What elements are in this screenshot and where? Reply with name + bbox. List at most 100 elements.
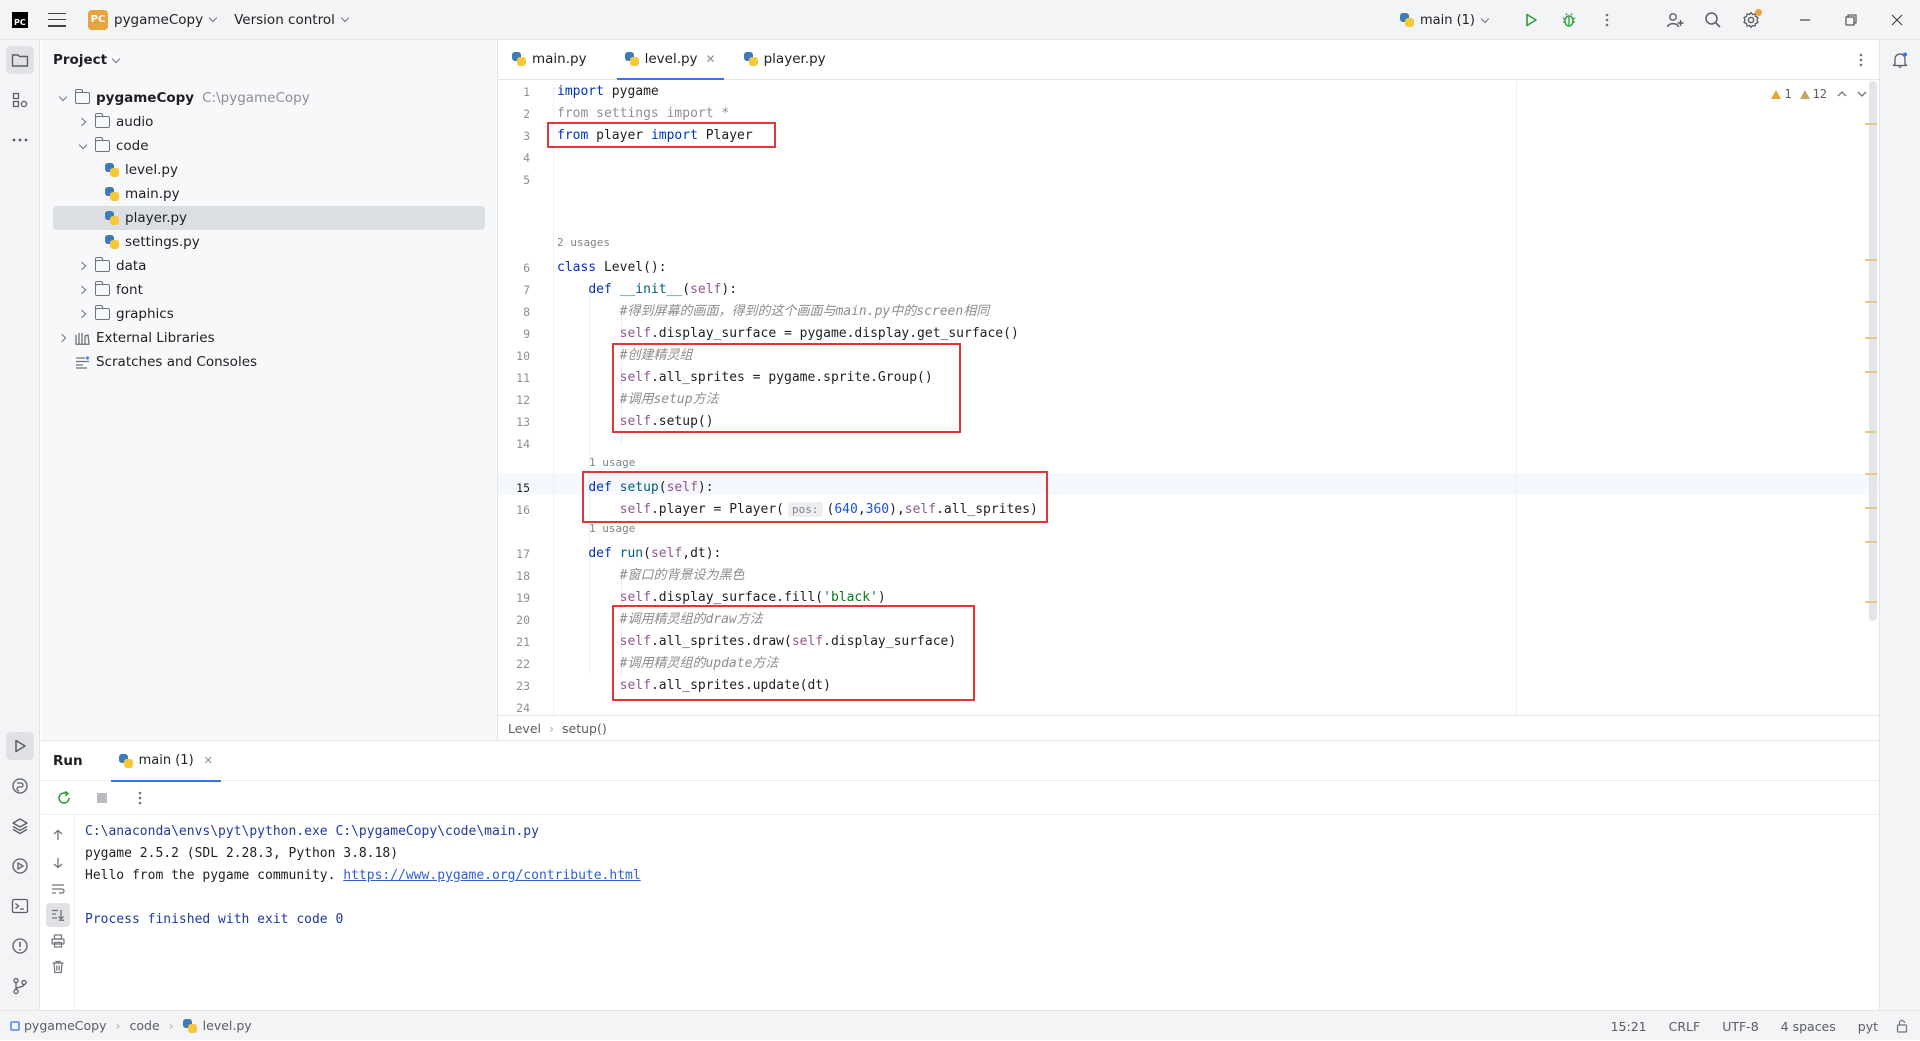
- rerun-button[interactable]: [50, 784, 78, 812]
- breadcrumb-item-class[interactable]: Level: [508, 721, 541, 736]
- collapse-arrow-icon[interactable]: [77, 284, 89, 296]
- error-stripe-mark[interactable]: [1865, 601, 1877, 603]
- close-tab-icon[interactable]: ✕: [204, 754, 213, 767]
- run-more-button[interactable]: [126, 784, 154, 812]
- version-control-menu[interactable]: Version control: [234, 12, 350, 28]
- line-number[interactable]: 12: [498, 389, 530, 411]
- line-number[interactable]: 19: [498, 587, 530, 609]
- search-everywhere-button[interactable]: [1699, 6, 1727, 34]
- console-output[interactable]: C:\anaconda\envs\pyt\python.exe C:\pygam…: [85, 821, 641, 931]
- nav-item-folder[interactable]: code: [130, 1018, 160, 1033]
- caret-position[interactable]: 15:21: [1611, 1019, 1647, 1034]
- editor-scrollbar[interactable]: [1869, 81, 1877, 621]
- code-editor[interactable]: 1 2 3 4 5 6 7 8 9 10 11 12 13 14 15 16 17 18 19 20 21 22 23 24 …: [498, 81, 1879, 715]
- error-stripe-mark[interactable]: [1865, 507, 1877, 509]
- tree-item-settings-py[interactable]: settings.py: [53, 230, 485, 254]
- code-with-me-button[interactable]: [1661, 6, 1689, 34]
- nav-item-file[interactable]: level.py: [203, 1018, 252, 1033]
- lock-icon[interactable]: [1896, 1019, 1908, 1033]
- line-number[interactable]: 11: [498, 367, 530, 389]
- error-stripe-mark[interactable]: [1865, 123, 1877, 125]
- tree-item-external-libraries[interactable]: External Libraries: [53, 326, 485, 350]
- console-link[interactable]: https://www.pygame.org/contribute.html: [343, 868, 640, 883]
- tree-item-code[interactable]: code: [53, 134, 485, 158]
- tree-item-data[interactable]: data: [53, 254, 485, 278]
- scroll-up-button[interactable]: [46, 823, 70, 847]
- error-stripe-mark[interactable]: [1865, 473, 1877, 475]
- line-number[interactable]: 14: [498, 433, 530, 455]
- run-configuration-selector[interactable]: main (1): [1399, 13, 1490, 28]
- services-tool-button[interactable]: [6, 852, 34, 880]
- line-number[interactable]: 9: [498, 323, 530, 345]
- line-number[interactable]: 17: [498, 543, 530, 565]
- layers-tool-button[interactable]: [6, 812, 34, 840]
- line-number[interactable]: 7: [498, 279, 530, 301]
- line-number[interactable]: 3: [498, 125, 530, 147]
- usage-hint[interactable]: 1 usage: [589, 455, 635, 471]
- error-stripe-mark[interactable]: [1865, 371, 1877, 373]
- line-number[interactable]: 1: [498, 81, 530, 103]
- tab-main-py[interactable]: main.py: [498, 39, 601, 79]
- line-number[interactable]: 21: [498, 631, 530, 653]
- git-tool-button[interactable]: [6, 972, 34, 1000]
- print-button[interactable]: [46, 929, 70, 953]
- chevron-up-icon[interactable]: [1837, 90, 1847, 98]
- breadcrumb-item-method[interactable]: setup(): [562, 721, 607, 736]
- run-button[interactable]: [1517, 6, 1545, 34]
- project-tool-button[interactable]: [6, 46, 34, 74]
- restore-window-button[interactable]: [1828, 0, 1874, 40]
- more-tool-windows-button[interactable]: [6, 126, 34, 154]
- tree-item-graphics[interactable]: graphics: [53, 302, 485, 326]
- error-stripe-mark[interactable]: [1865, 337, 1877, 339]
- line-number[interactable]: 18: [498, 565, 530, 587]
- error-stripe-mark[interactable]: [1865, 259, 1877, 261]
- collapse-arrow-icon[interactable]: [77, 116, 89, 128]
- line-number[interactable]: 23: [498, 675, 530, 697]
- tab-player-py[interactable]: player.py: [730, 39, 840, 79]
- inspection-widget[interactable]: 1 12: [1771, 87, 1867, 101]
- debug-button[interactable]: [1555, 6, 1583, 34]
- expand-arrow-icon[interactable]: [57, 92, 69, 104]
- clear-all-button[interactable]: [46, 955, 70, 979]
- tree-item-player-py[interactable]: player.py: [53, 206, 485, 230]
- tree-item-pygamecopy[interactable]: pygameCopy C:\pygameCopy: [53, 86, 485, 110]
- line-number[interactable]: 6: [498, 257, 530, 279]
- structure-tool-button[interactable]: [6, 86, 34, 114]
- problems-tool-button[interactable]: [6, 932, 34, 960]
- tree-item-scratches[interactable]: Scratches and Consoles: [53, 350, 485, 374]
- usage-hint[interactable]: 2 usages: [557, 235, 610, 251]
- tree-item-font[interactable]: font: [53, 278, 485, 302]
- tab-options-button[interactable]: [1859, 53, 1863, 71]
- python-interpreter[interactable]: pyt: [1858, 1019, 1878, 1034]
- terminal-tool-button[interactable]: [6, 892, 34, 920]
- more-actions-button[interactable]: [1593, 6, 1621, 34]
- line-number[interactable]: 8: [498, 301, 530, 323]
- line-number[interactable]: 16: [498, 499, 530, 521]
- project-view-selector[interactable]: Project: [41, 40, 497, 80]
- run-tool-button[interactable]: [6, 732, 34, 760]
- project-switcher[interactable]: PC pygameCopy: [88, 9, 218, 30]
- chevron-down-icon[interactable]: [1857, 90, 1867, 98]
- python-packages-tool-button[interactable]: [6, 772, 34, 800]
- error-stripe-mark[interactable]: [1865, 301, 1877, 303]
- line-number-gutter[interactable]: 1 2 3 4 5 6 7 8 9 10 11 12 13 14 15 16 17 18 19 20 21 22 23 24: [498, 81, 554, 715]
- soft-wrap-button[interactable]: [46, 877, 70, 901]
- nav-item-project[interactable]: pygameCopy: [24, 1018, 107, 1033]
- line-number[interactable]: 5: [498, 169, 530, 191]
- settings-button[interactable]: [1737, 6, 1765, 34]
- run-tab-main[interactable]: main (1) ✕: [110, 741, 222, 782]
- close-tab-icon[interactable]: ✕: [706, 52, 716, 66]
- line-separator[interactable]: CRLF: [1669, 1019, 1701, 1034]
- line-number[interactable]: 15: [498, 477, 530, 499]
- line-number[interactable]: 2: [498, 103, 530, 125]
- line-number[interactable]: 13: [498, 411, 530, 433]
- collapse-arrow-icon[interactable]: [77, 260, 89, 272]
- scroll-to-end-button[interactable]: [46, 903, 70, 927]
- line-number[interactable]: 20: [498, 609, 530, 631]
- notifications-tool-button[interactable]: [1886, 46, 1914, 74]
- main-menu-icon[interactable]: [48, 12, 66, 27]
- stop-button[interactable]: [88, 784, 116, 812]
- line-number[interactable]: 22: [498, 653, 530, 675]
- line-number[interactable]: 4: [498, 147, 530, 169]
- error-stripe-mark[interactable]: [1865, 541, 1877, 543]
